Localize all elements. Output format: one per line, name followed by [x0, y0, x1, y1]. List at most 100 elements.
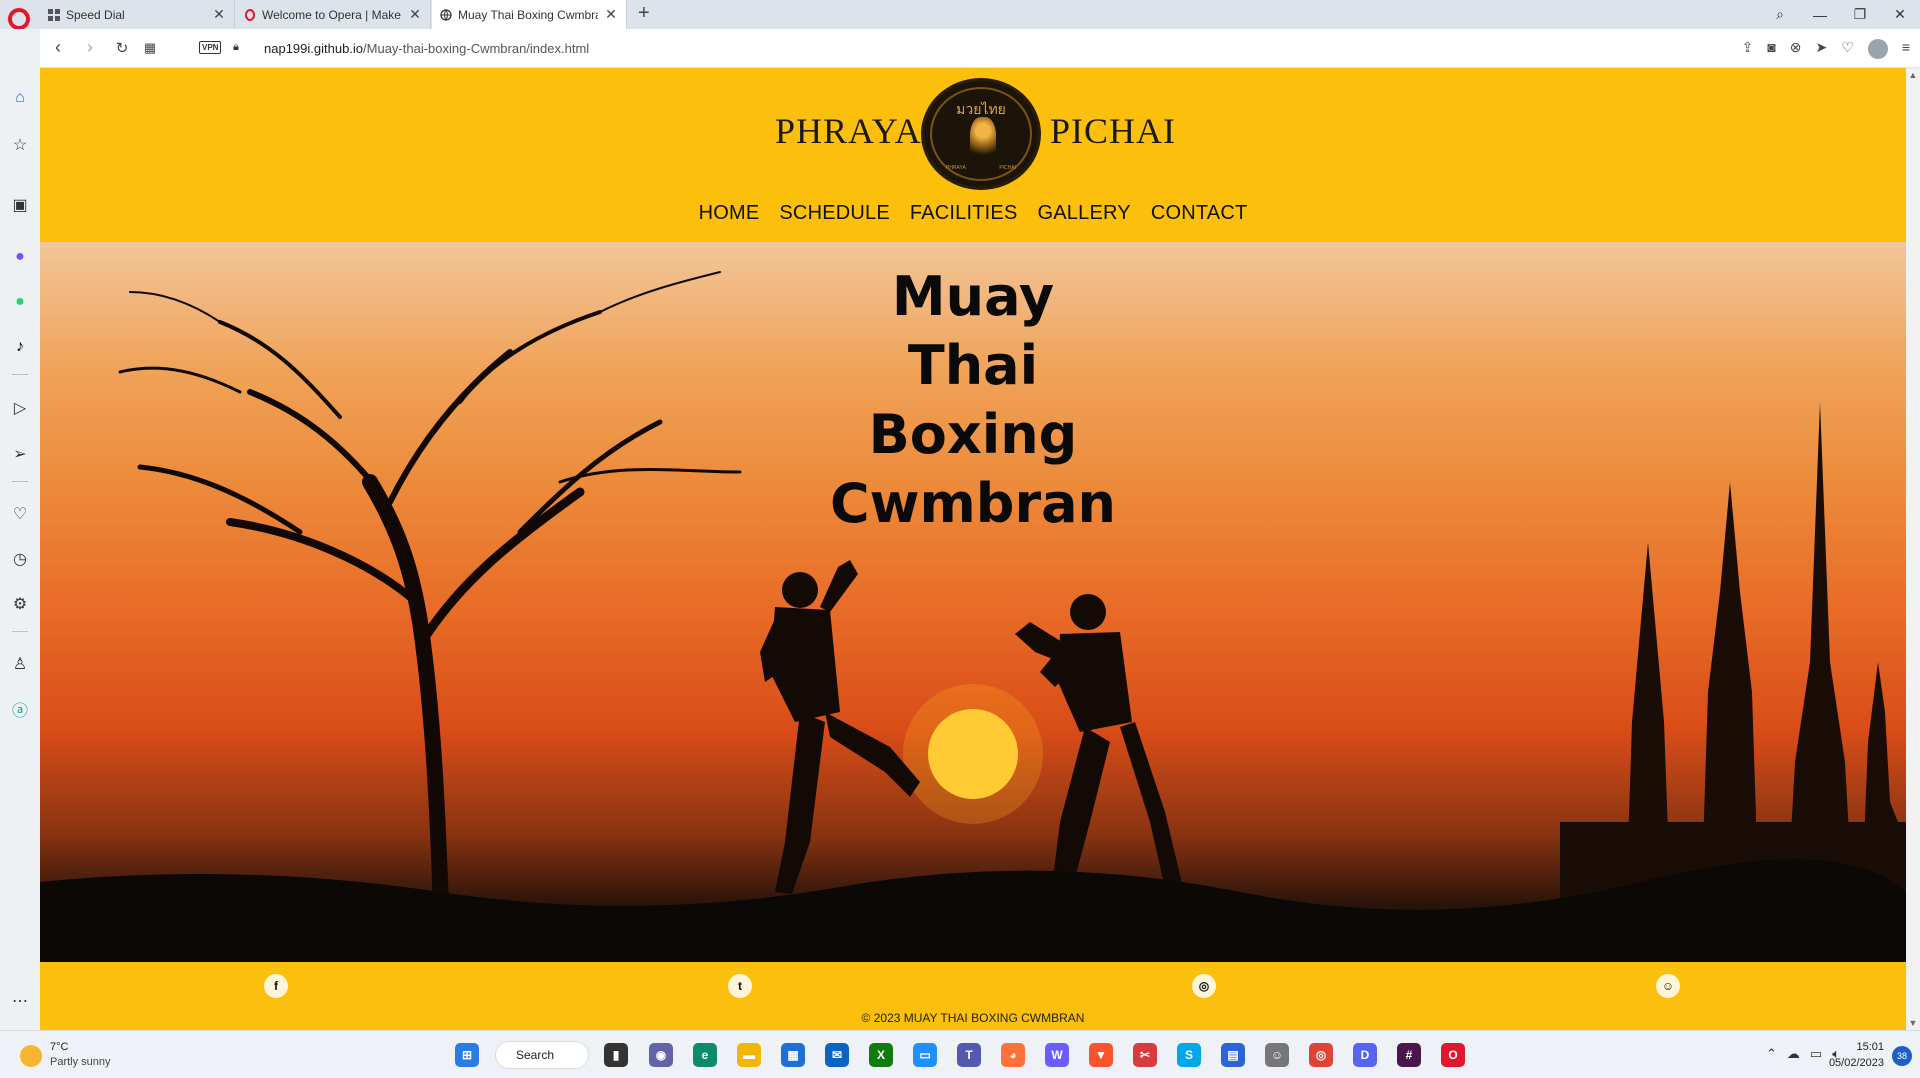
brand-name-right: PICHAI	[1050, 111, 1177, 151]
skype-icon[interactable]: S	[1177, 1043, 1201, 1067]
notification-badge[interactable]: 38	[1892, 1046, 1912, 1066]
reload-icon[interactable]: ↻	[110, 39, 134, 57]
calendar-icon[interactable]: ▤	[1221, 1043, 1245, 1067]
share-icon[interactable]: ⇪	[1742, 39, 1754, 59]
close-tab-icon[interactable]: ✕	[212, 6, 226, 23]
twitter-icon[interactable]: t	[728, 974, 752, 998]
home-icon[interactable]: ⌂	[8, 86, 32, 110]
restore-icon[interactable]: ❐	[1840, 6, 1880, 23]
grid-icon	[48, 8, 60, 21]
heart-icon[interactable]: ♡	[8, 502, 32, 526]
brand-name-left: PHRAYA	[775, 111, 922, 151]
tab-title: Muay Thai Boxing Cwmbra	[458, 7, 598, 22]
nav-gallery[interactable]: GALLERY	[1038, 202, 1131, 225]
address-bar-tools: ⇪ ◙ ⊗ ➤ ♡ ≡	[1742, 39, 1910, 59]
send-icon[interactable]: ➤	[1816, 39, 1828, 59]
app-icon[interactable]: W	[1045, 1043, 1069, 1067]
close-window-icon[interactable]: ✕	[1880, 6, 1920, 23]
tab-speed-dial[interactable]: Speed Dial ✕	[40, 0, 235, 29]
weather-icon[interactable]	[20, 1045, 42, 1067]
scroll-down-icon[interactable]: ▼	[1906, 1018, 1920, 1028]
store-icon[interactable]: ▦	[781, 1043, 805, 1067]
snapchat-icon[interactable]: ☺	[1656, 974, 1680, 998]
whatsapp-icon[interactable]: ●	[8, 290, 32, 314]
taskbar-search[interactable]: Search	[495, 1041, 589, 1069]
heart-icon[interactable]: ♡	[1841, 39, 1854, 59]
task-view-icon[interactable]: ▮	[604, 1043, 628, 1067]
brave-icon[interactable]: ▼	[1089, 1043, 1113, 1067]
search-tabs-icon[interactable]: ⌕	[1760, 6, 1800, 23]
hero-title-line: Thai	[907, 334, 1039, 397]
weather-temperature[interactable]: 7°C	[50, 1041, 68, 1053]
display-icon[interactable]: ▭	[1810, 1046, 1822, 1062]
aria-icon[interactable]: ⓐ	[8, 697, 32, 721]
forward-icon[interactable]: ›	[78, 37, 102, 58]
chrome-icon[interactable]: ◎	[1309, 1043, 1333, 1067]
instagram-icon[interactable]: ◎	[1192, 974, 1216, 998]
teams-icon[interactable]: T	[957, 1043, 981, 1067]
opera-icon	[245, 8, 255, 21]
more-icon[interactable]: ⋯	[8, 989, 32, 1013]
window-controls: ⌕ — ❐ ✕	[1760, 0, 1920, 29]
chevron-up-icon[interactable]: ⌃	[1766, 1046, 1777, 1062]
site-logo[interactable]: มวยไทย PHRAYA PICHAI	[921, 78, 1041, 190]
minimize-icon[interactable]: —	[1800, 7, 1840, 23]
facebook-icon[interactable]: f	[264, 974, 288, 998]
nav-schedule[interactable]: SCHEDULE	[779, 202, 890, 225]
adblock-icon[interactable]: ⊗	[1790, 39, 1802, 59]
player-icon[interactable]: ▷	[8, 396, 32, 420]
camera-icon[interactable]: ◙	[1767, 39, 1775, 59]
windows-taskbar: 7°C Partly sunny ⊞ Search ▮ ◉ e ▬ ▦ ✉ X …	[0, 1030, 1920, 1078]
slack-icon[interactable]: #	[1397, 1043, 1421, 1067]
shopping-icon[interactable]: ▣	[8, 193, 32, 217]
clock-date: 05/02/2023	[1828, 1057, 1884, 1069]
settings-icon[interactable]: ⚙	[8, 592, 32, 616]
avatar[interactable]	[1867, 39, 1888, 59]
edge-icon[interactable]: e	[693, 1043, 717, 1067]
nav-contact[interactable]: CONTACT	[1151, 202, 1248, 225]
scroll-up-icon[interactable]: ▲	[1906, 70, 1920, 80]
address-bar: ‹ › ↻ ▦ VPN 🔒︎ nap199i.github.io/Muay-th…	[40, 29, 1920, 68]
opera-menu-icon[interactable]	[8, 8, 30, 30]
back-icon[interactable]: ‹	[46, 37, 70, 58]
flow-icon[interactable]: ➢	[8, 442, 32, 466]
site-footer: f t ◎ ☺ © 2023 MUAY THAI BOXING CWMBRAN	[40, 962, 1906, 1030]
url-field[interactable]: nap199i.github.io/Muay-thai-boxing-Cwmbr…	[264, 41, 589, 56]
copyright-text: © 2023 MUAY THAI BOXING CWMBRAN	[861, 1011, 1085, 1025]
star-icon[interactable]: ☆	[8, 133, 32, 157]
snipping-tool-icon[interactable]: ✂	[1133, 1043, 1157, 1067]
firefox-icon[interactable]: ◕	[1001, 1043, 1025, 1067]
xbox-icon[interactable]: X	[869, 1043, 893, 1067]
mail-icon[interactable]: ✉	[825, 1043, 849, 1067]
close-tab-icon[interactable]: ✕	[604, 6, 618, 23]
messenger-icon[interactable]: ●	[8, 245, 32, 269]
tab-welcome-opera[interactable]: Welcome to Opera | Make ✕	[236, 0, 431, 29]
logo-caption-left: PHRAYA	[946, 165, 966, 171]
taskbar-clock[interactable]: 15:01 05/02/2023	[1829, 1039, 1884, 1071]
new-tab-button[interactable]: +	[638, 2, 650, 25]
discord-icon[interactable]: D	[1353, 1043, 1377, 1067]
file-explorer-icon[interactable]: ▬	[737, 1043, 761, 1067]
tab-title: Speed Dial	[66, 7, 125, 22]
url-path: /Muay-thai-boxing-Cwmbran/index.html	[363, 41, 590, 56]
page-scrollbar[interactable]: ▲ ▼	[1906, 68, 1920, 1030]
windows-start-icon[interactable]: ⊞	[455, 1043, 479, 1067]
lock-icon[interactable]: 🔒︎	[233, 41, 239, 54]
nav-facilities[interactable]: FACILITIES	[910, 202, 1018, 225]
globe-icon	[440, 8, 452, 21]
weather-description[interactable]: Partly sunny	[50, 1056, 111, 1068]
easy-setup-icon[interactable]: ≡	[1902, 39, 1910, 59]
chat-icon[interactable]: ◉	[649, 1043, 673, 1067]
emoji-icon[interactable]: ☺	[1265, 1043, 1289, 1067]
onedrive-icon[interactable]: ☁	[1787, 1046, 1800, 1062]
tabs-overview-icon[interactable]: ▦	[138, 40, 162, 56]
vpn-badge[interactable]: VPN	[199, 41, 222, 54]
tips-icon[interactable]: ♙	[8, 652, 32, 676]
opera-icon[interactable]: O	[1441, 1043, 1465, 1067]
remote-desktop-icon[interactable]: ▭	[913, 1043, 937, 1067]
tiktok-icon[interactable]: ♪	[8, 335, 32, 359]
close-tab-icon[interactable]: ✕	[408, 6, 422, 23]
history-icon[interactable]: ◷	[8, 547, 32, 571]
nav-home[interactable]: HOME	[699, 202, 760, 225]
tab-muay-thai[interactable]: Muay Thai Boxing Cwmbra ✕	[432, 0, 627, 29]
